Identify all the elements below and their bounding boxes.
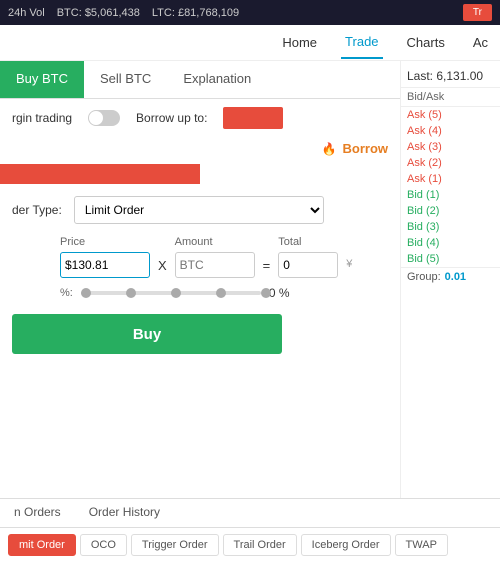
eq-label: = (263, 258, 271, 273)
bid-1[interactable]: Bid (1) (401, 187, 500, 203)
trade-button[interactable]: Tr (463, 4, 492, 21)
tab-sell-btc[interactable]: Sell BTC (84, 61, 167, 98)
price-input[interactable] (60, 252, 150, 278)
bid-2[interactable]: Bid (2) (401, 203, 500, 219)
ot-oco[interactable]: OCO (80, 534, 127, 556)
slider-row: %: 0 % (0, 282, 400, 304)
trade-tabs: Buy BTC Sell BTC Explanation (0, 61, 400, 99)
ask-1[interactable]: Ask (1) (401, 171, 500, 187)
nav-account[interactable]: Ac (469, 27, 492, 58)
amount-input[interactable] (175, 252, 255, 278)
ot-trigger[interactable]: Trigger Order (131, 534, 219, 556)
red-banner (0, 164, 200, 184)
nav-bar: Home Trade Charts Ac (0, 25, 500, 61)
slider-dot-0 (81, 288, 91, 298)
borrow-action[interactable]: Borrow (343, 141, 389, 156)
margin-toggle[interactable] (88, 110, 120, 126)
margin-label: rgin trading (12, 111, 72, 125)
tab-buy-btc[interactable]: Buy BTC (0, 61, 84, 98)
amount-group: Amount (175, 236, 255, 278)
order-type-label: der Type: (12, 203, 62, 217)
main-layout: Buy BTC Sell BTC Explanation rgin tradin… (0, 61, 500, 498)
top-bar: 24h Vol BTC: $5,061,438 LTC: £81,768,109… (0, 0, 500, 25)
ask-5[interactable]: Ask (5) (401, 107, 500, 123)
bottom-section: n Orders Order History mit Order OCO Tri… (0, 498, 500, 578)
order-type-select[interactable]: Limit Order Market Order Stop Order (74, 196, 324, 224)
buy-button[interactable]: Buy (12, 314, 282, 354)
vol-label: 24h Vol (8, 7, 45, 19)
nav-charts[interactable]: Charts (403, 27, 449, 58)
bid-4[interactable]: Bid (4) (401, 235, 500, 251)
ot-twap[interactable]: TWAP (395, 534, 448, 556)
ltc-info: LTC: £81,768,109 (152, 7, 239, 19)
total-group: Total (278, 236, 338, 278)
price-group: Price (60, 236, 150, 278)
slider-dot-75 (216, 288, 226, 298)
ask-2[interactable]: Ask (2) (401, 155, 500, 171)
group-value[interactable]: 0.01 (445, 271, 466, 283)
slider-dot-100 (261, 288, 271, 298)
total-label: Total (278, 236, 338, 248)
bid-3[interactable]: Bid (3) (401, 219, 500, 235)
btc-info: BTC: $5,061,438 (57, 7, 140, 19)
left-content: Buy BTC Sell BTC Explanation rgin tradin… (0, 61, 400, 498)
last-price: Last: 6,131.00 (401, 65, 500, 88)
margin-row: rgin trading Borrow up to: (0, 99, 400, 137)
bid-5[interactable]: Bid (5) (401, 251, 500, 267)
tab-order-history[interactable]: Order History (75, 499, 174, 527)
slider-dot-50 (171, 288, 181, 298)
ask-4[interactable]: Ask (4) (401, 123, 500, 139)
borrow-label: Borrow up to: (136, 111, 207, 125)
borrow-row: 🔥 Borrow (0, 137, 400, 160)
order-type-row: der Type: Limit Order Market Order Stop … (0, 188, 400, 232)
bottom-tabs: n Orders Order History (0, 499, 500, 528)
sep-label: X (158, 258, 167, 273)
percent-label: %: (60, 287, 73, 299)
fields-row: Price X Amount = Total ¥ (0, 232, 400, 282)
total-currency: ¥ (346, 258, 352, 270)
borrow-input-box[interactable] (223, 107, 283, 129)
ask-3[interactable]: Ask (3) (401, 139, 500, 155)
nav-home[interactable]: Home (278, 27, 321, 58)
top-bar-actions: Tr (463, 4, 492, 21)
right-panel: Last: 6,131.00 Bid/Ask Ask (5) Ask (4) A… (400, 61, 500, 498)
amount-label: Amount (175, 236, 255, 248)
ot-iceberg[interactable]: Iceberg Order (301, 534, 391, 556)
toggle-knob (89, 111, 103, 125)
tab-explanation[interactable]: Explanation (167, 61, 267, 98)
order-type-tabs: mit Order OCO Trigger Order Trail Order … (0, 528, 500, 562)
tab-open-orders[interactable]: n Orders (0, 499, 75, 527)
buy-btn-row: Buy (0, 304, 400, 364)
nav-trade[interactable]: Trade (341, 26, 382, 59)
slider-track[interactable] (81, 291, 261, 295)
fire-icon: 🔥 (322, 142, 337, 156)
top-bar-info: 24h Vol BTC: $5,061,438 LTC: £81,768,109 (8, 7, 239, 19)
ot-limit[interactable]: mit Order (8, 534, 76, 556)
group-label: Group: (407, 271, 441, 283)
slider-dot-25 (126, 288, 136, 298)
total-input[interactable] (278, 252, 338, 278)
group-row: Group: 0.01 (401, 267, 500, 286)
price-label: Price (60, 236, 150, 248)
percent-value: 0 % (269, 286, 290, 300)
bid-ask-header: Bid/Ask (401, 88, 500, 107)
ot-trail[interactable]: Trail Order (223, 534, 297, 556)
